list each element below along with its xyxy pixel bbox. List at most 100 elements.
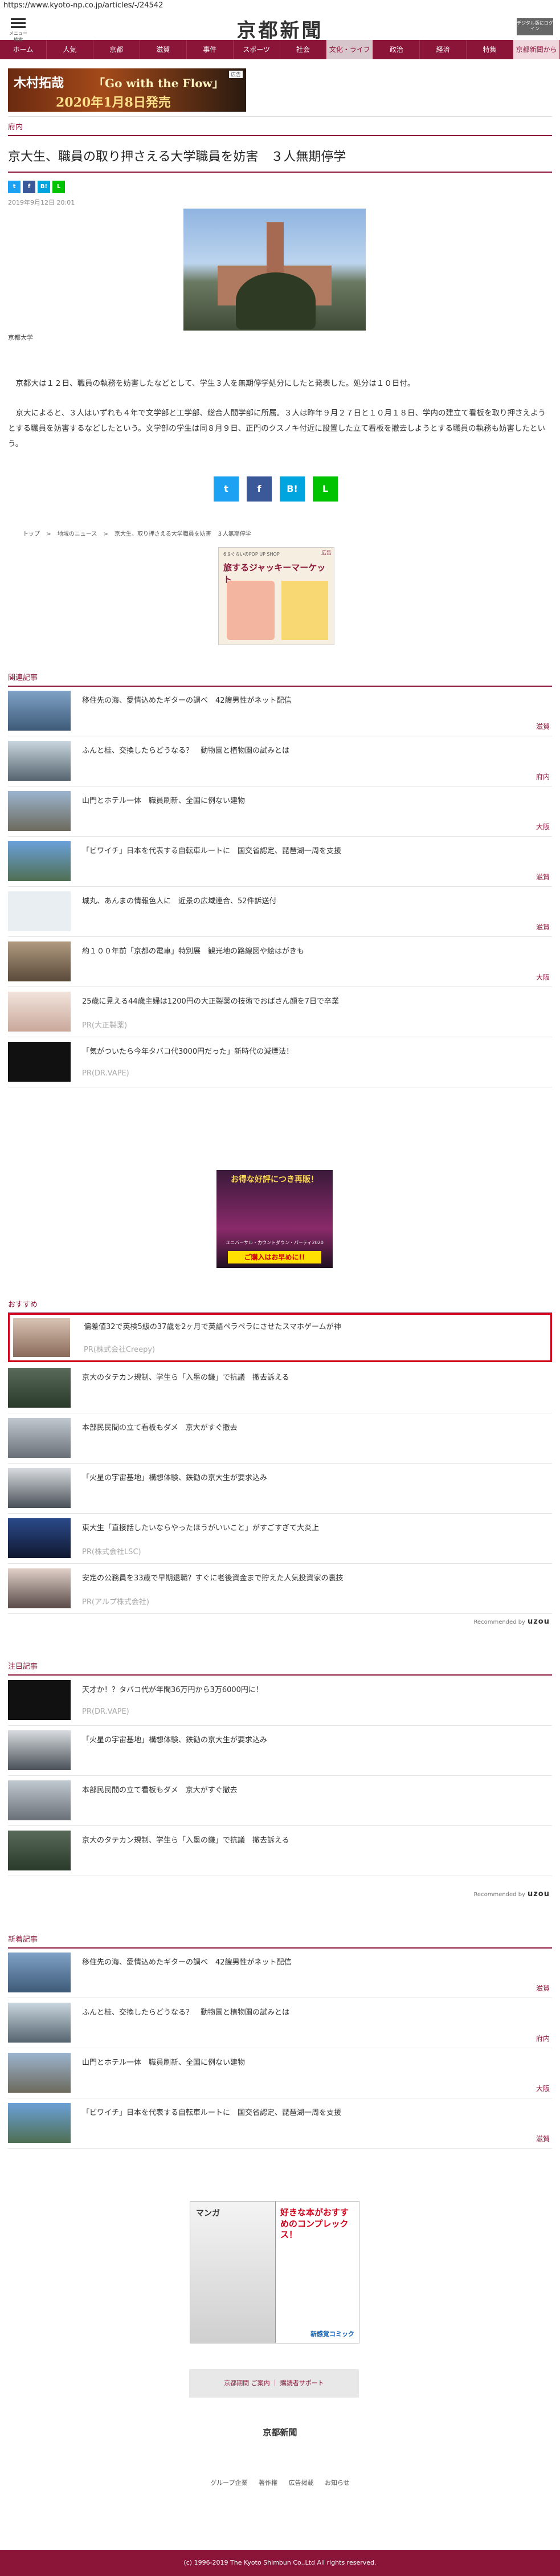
copyright: (c) 1996-2019 The Kyoto Shimbun Co.,Ltd …	[0, 2550, 560, 2576]
nav-kyoto[interactable]: 京都	[93, 40, 140, 59]
nav-home[interactable]: ホーム	[0, 40, 47, 59]
list-item[interactable]: ふんと桂、交換したらどうなる？ 動物園と植物園の試みとは 府内	[8, 736, 552, 786]
banner-release: 2020年1月8日発売	[56, 95, 171, 110]
ad-badge: 広告	[321, 551, 332, 556]
item-thumbnail	[8, 1518, 71, 1558]
item-thumbnail	[8, 691, 71, 731]
list-item[interactable]: 移住先の海、愛情込めたギターの調べ 42艘男性がネット配信 滋賀	[8, 686, 552, 736]
list-item[interactable]: 安定の公務員を33歳で早期退職？すぐに老後資金まで貯えた人気投資家の裏技 PR(…	[8, 1564, 552, 1614]
list-item[interactable]: 「ビワイチ」日本を代表する自転車ルートに 国交省認定、琵琶湖一周を支援 滋賀	[8, 2098, 552, 2149]
site-logo[interactable]: 京都新聞	[0, 15, 560, 43]
uzou-logo: uzou	[527, 1890, 550, 1898]
list-item[interactable]: 山門とホテル一体 職員刷新、全国に例ない建物 大阪	[8, 786, 552, 837]
nav-economy[interactable]: 経済	[420, 40, 467, 59]
recommended-label: Recommended by	[473, 1892, 525, 1898]
footer-link-copyright[interactable]: 著作権	[259, 2479, 277, 2487]
line-icon[interactable]: L	[52, 181, 65, 193]
ad-comic-left-panel	[190, 2202, 276, 2343]
item-thumbnail	[8, 1831, 71, 1870]
list-item[interactable]: 約１００年前「京都の電車」特別展 観光地の路線図や絵はがきも 大阪	[8, 937, 552, 987]
list-item[interactable]: ふんと桂、交換したらどうなる？ 動物園と植物園の試みとは 府内	[8, 1998, 552, 2048]
list-item[interactable]: 東大生「直接話したいならやったほうがいいこと」がすごすぎて大炎上 PR(株式会社…	[8, 1514, 552, 1564]
article-category[interactable]: 府内	[8, 121, 552, 132]
list-item[interactable]: 本部民民間の立て看板もダメ 京大がすぐ撤去	[8, 1776, 552, 1826]
item-title: 京大のタテカン規制、学生ら「入墨の鎌」で抗議 撤去訴える	[82, 1373, 289, 1382]
article-paragraph-2: 京大によると、３人はいずれも４年で文学部と工学部、総合人間学部に所属。３人は昨年…	[8, 409, 546, 449]
photo-caption: 京都大学	[8, 334, 33, 341]
nav-incident[interactable]: 事件	[187, 40, 234, 59]
footer-links: グループ企業 著作権 広告掲載 お知らせ	[0, 2478, 560, 2487]
list-item[interactable]: 「火星の宇宙基地」構想体験、鉄勧の京大生が要求込み	[8, 1464, 552, 1514]
list-item[interactable]: 本部民民間の立て看板もダメ 京大がすぐ撤去	[8, 1413, 552, 1464]
banner-artist: 木村拓哉	[14, 76, 64, 91]
list-item[interactable]: 山門とホテル一体 職員刷新、全国に例ない建物 大阪	[8, 2048, 552, 2098]
nav-politics[interactable]: 政治	[373, 40, 420, 59]
article-photo[interactable]	[183, 209, 366, 331]
list-item[interactable]: 「火星の宇宙基地」構想体験、鉄勧の京大生が要求込み	[8, 1726, 552, 1776]
breadcrumb-top[interactable]: トップ	[23, 531, 40, 537]
nav-sports[interactable]: スポーツ	[234, 40, 280, 59]
list-item[interactable]: 「ビワイチ」日本を代表する自転車ルートに 国交省認定、琵琶湖一周を支援 滋賀	[8, 837, 552, 887]
item-tag: 大阪	[536, 823, 550, 831]
list-item[interactable]: 京大のタテカン規制、学生ら「入墨の鎌」で抗議 撤去訴える	[8, 1826, 552, 1876]
ad-jacky-market[interactable]: 広告 6.9ぐらいのPOP UP SHOP 旅するジャッキーマーケット	[218, 547, 334, 645]
hatena-share-icon[interactable]: B!	[280, 476, 305, 502]
url-bar[interactable]: https://www.kyoto-np.co.jp/articles/-/24…	[0, 0, 560, 13]
item-thumbnail	[8, 1780, 71, 1820]
item-title: 偏差値32で英検5級の37歳を2ヶ月で英語ペラペラにさせたスマホゲームが神	[84, 1323, 341, 1331]
item-tag: 滋賀	[536, 873, 550, 881]
footer-link-group[interactable]: グループ企業	[210, 2479, 247, 2487]
line-share-icon[interactable]: L	[313, 476, 338, 502]
headline-rule	[8, 172, 552, 173]
breadcrumb-sep: >	[46, 531, 51, 537]
footer-support-links[interactable]: 京都期間 ご案内 ｜ 購読者サポート	[189, 2369, 359, 2398]
ad-universal[interactable]: お得な好評につき再販！ ユニバーサル・カウントダウン・パーティ2020 ご購入は…	[216, 1170, 333, 1268]
hatena-icon[interactable]: B!	[38, 181, 50, 193]
nav-culture[interactable]: 文化・ライフ	[326, 40, 374, 59]
recommended-by[interactable]: Recommended by uzou	[473, 1890, 550, 1898]
item-title: ふんと桂、交換したらどうなる？ 動物園と植物園の試みとは	[82, 747, 290, 755]
item-pr: PR(株式会社Creepy)	[84, 1346, 156, 1354]
nav-feature[interactable]: 特集	[467, 40, 514, 59]
banner-album: 「Go with the Flow」	[93, 76, 224, 90]
nav-from-kyoto[interactable]: 京都新聞から	[513, 40, 560, 59]
related-title: 関連記事	[8, 671, 552, 687]
item-tag: 滋賀	[536, 723, 550, 731]
item-title: 移住先の海、愛情込めたギターの調べ 42艘男性がネット配信	[82, 1958, 292, 1967]
item-title: 京大のタテカン規制、学生ら「入墨の鎌」で抗議 撤去訴える	[82, 1836, 289, 1845]
list-item-highlighted[interactable]: 偏差値32で英検5級の37歳を2ヶ月で英語ペラペラにさせたスマホゲームが神 PR…	[8, 1313, 552, 1362]
list-item[interactable]: 天才か！？タバコ代が年間36万円から3万6000円に！ PR(DR.VAPE)	[8, 1676, 552, 1726]
list-item[interactable]: 25歳に見える44歳主婦は1200円の大正製薬の技術でおばさん顔を7日で卒業 P…	[8, 987, 552, 1037]
item-tag: 滋賀	[536, 923, 550, 931]
ad-comic[interactable]: マンガ 好きな本がおすすめのコンプレックス！ 新感覚コミック	[190, 2201, 359, 2343]
item-title: 東大生「直接話したいならやったほうがいいこと」がすごすぎて大炎上	[82, 1524, 320, 1532]
footer-link-ads[interactable]: 広告掲載	[289, 2479, 314, 2487]
digital-login-button[interactable]: デジタル版にログイン	[517, 18, 553, 35]
item-title: 「ビワイチ」日本を代表する自転車ルートに 国交省認定、琵琶湖一周を支援	[82, 2109, 342, 2117]
breadcrumb-local[interactable]: 地域のニュース	[58, 531, 97, 537]
recommended-by[interactable]: Recommended by uzou	[473, 1617, 550, 1626]
list-item[interactable]: 城丸、あんまの情報色人に 近景の広域連合、52件訴送付 滋賀	[8, 887, 552, 937]
breadcrumb: トップ > 地域のニュース > 京大生、取り押さえる大学職員を妨害 ３人無期停学	[23, 529, 256, 537]
facebook-share-icon[interactable]: f	[247, 476, 272, 502]
nav-society[interactable]: 社会	[280, 40, 327, 59]
ad2-cta[interactable]: ご購入はお早めに!!	[228, 1251, 321, 1263]
item-thumbnail	[8, 992, 71, 1032]
footer-logo[interactable]: 京都新聞	[0, 2426, 560, 2438]
breadcrumb-current: 京大生、取り押さえる大学職員を妨害 ３人無期停学	[115, 531, 251, 537]
nav-shiga[interactable]: 滋賀	[140, 40, 187, 59]
twitter-icon[interactable]: t	[8, 181, 21, 193]
item-title: 「火星の宇宙基地」構想体験、鉄勧の京大生が要求込み	[82, 1474, 268, 1482]
facebook-icon[interactable]: f	[23, 181, 35, 193]
list-item[interactable]: 移住先の海、愛情込めたギターの調べ 42艘男性がネット配信 滋賀	[8, 1948, 552, 1998]
footer-link-news[interactable]: お知らせ	[325, 2479, 350, 2487]
nav-popular[interactable]: 人気	[47, 40, 93, 59]
list-item[interactable]: 「気がついたら今年タバコ代3000円だった」新時代の減煙法！ PR(DR.VAP…	[8, 1037, 552, 1087]
article-header: 府内 京大生、職員の取り押さえる大学職員を妨害 ３人無期停学 t f B! L …	[8, 121, 552, 207]
item-title: 山門とホテル一体 職員刷新、全国に例ない建物	[82, 797, 246, 805]
item-title: 約１００年前「京都の電車」特別展 観光地の路線図や絵はがきも	[82, 947, 305, 956]
twitter-share-icon[interactable]: t	[214, 476, 239, 502]
top-ad-banner[interactable]: 木村拓哉 「Go with the Flow」 2020年1月8日発売 広告	[8, 68, 246, 112]
item-thumbnail	[8, 741, 71, 781]
list-item[interactable]: 京大のタテカン規制、学生ら「入墨の鎌」で抗議 撤去訴える	[8, 1363, 552, 1413]
